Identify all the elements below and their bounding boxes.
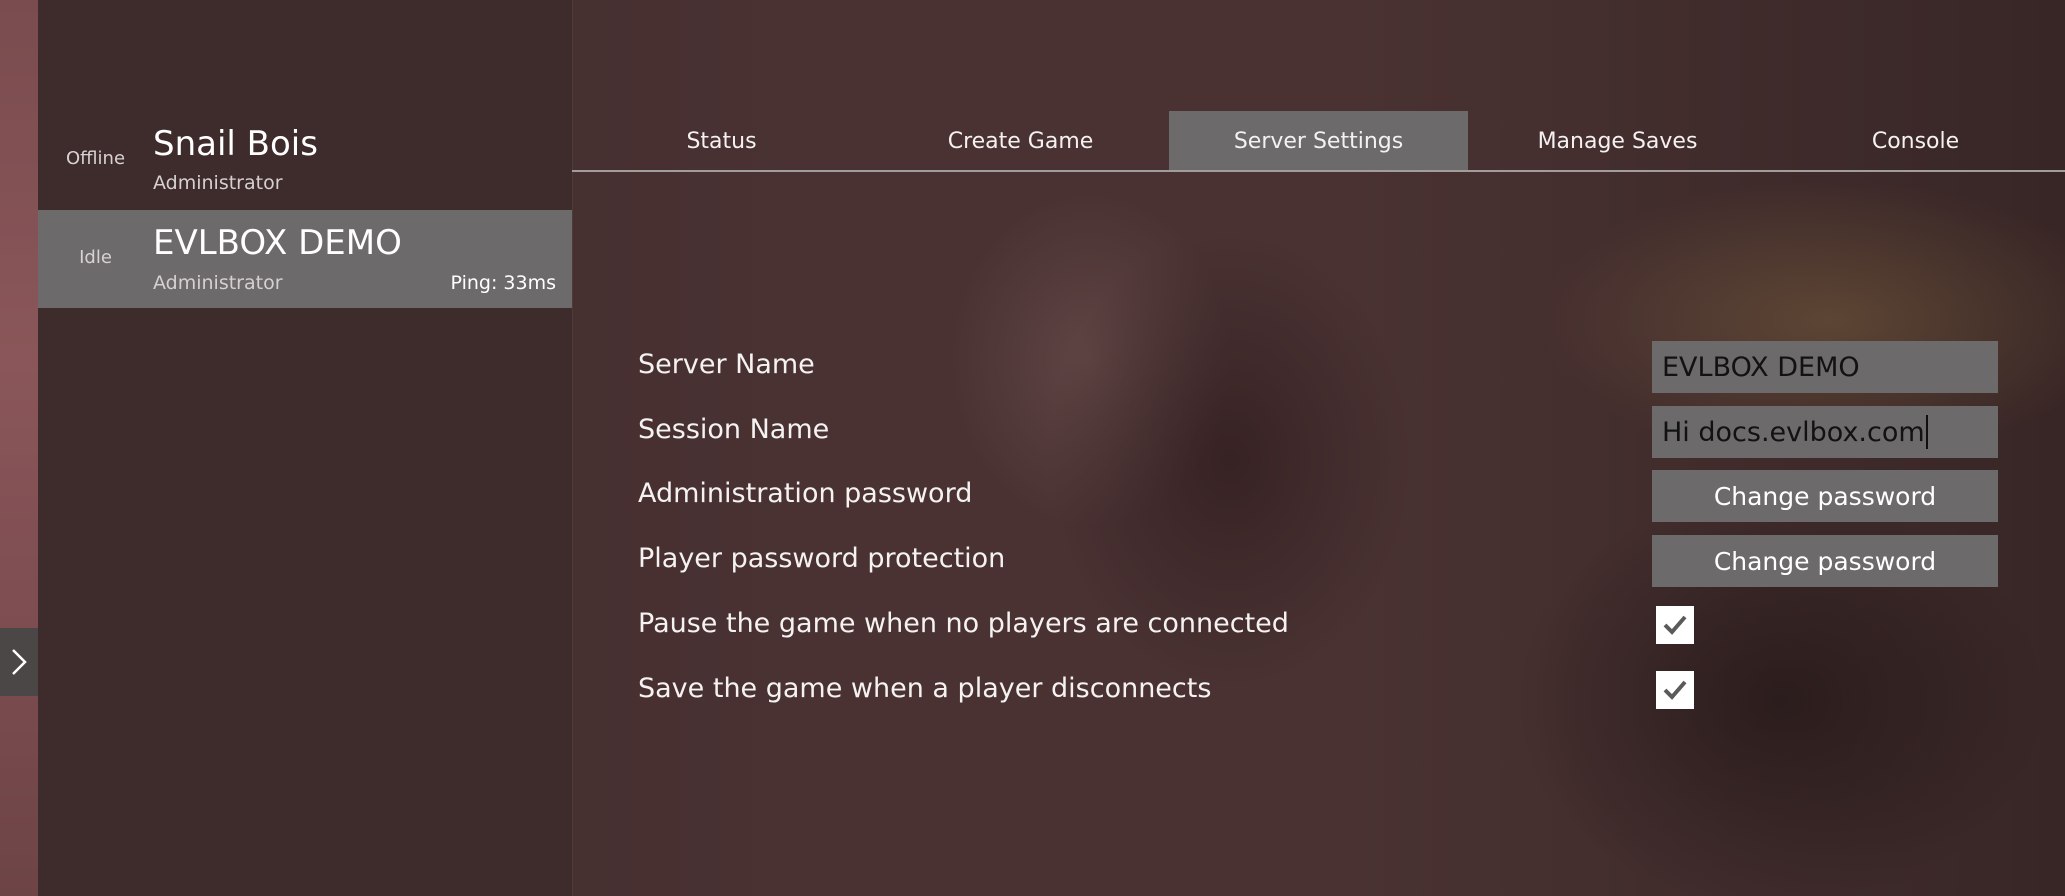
server-status: Idle	[79, 247, 112, 268]
pause-when-empty-checkbox[interactable]	[1656, 606, 1694, 644]
server-status: Offline	[65, 148, 126, 169]
save-on-disconnect-label: Save the game when a player disconnects	[638, 673, 1212, 704]
server-name-label: Server Name	[638, 349, 815, 380]
tab-create-game[interactable]: Create Game	[871, 111, 1170, 171]
left-edge-strip	[0, 0, 38, 896]
session-name-label: Session Name	[638, 414, 830, 445]
session-name-value: Hi docs.evlbox.com	[1662, 416, 1925, 448]
change-admin-password-button[interactable]: Change password	[1652, 470, 1998, 522]
tab-status[interactable]: Status	[572, 111, 871, 171]
tab-bar: Status Create Game Server Settings Manag…	[572, 111, 2065, 171]
server-name-input[interactable]: EVLBOX DEMO	[1652, 341, 1998, 393]
server-ping: Ping: 33ms	[450, 272, 556, 294]
tab-console[interactable]: Console	[1766, 111, 2065, 171]
player-password-label: Player password protection	[638, 543, 1006, 574]
server-name: Snail Bois	[153, 124, 318, 164]
server-role: Administrator	[153, 272, 283, 294]
checkmark-icon	[1663, 615, 1687, 635]
server-name-value: EVLBOX DEMO	[1662, 351, 1860, 383]
chevron-right-icon	[12, 649, 27, 675]
server-item-evlbox-demo[interactable]: Idle EVLBOX DEMO Administrator Ping: 33m…	[38, 210, 572, 308]
tab-underline	[572, 170, 2065, 172]
admin-password-label: Administration password	[638, 478, 973, 509]
tab-manage-saves[interactable]: Manage Saves	[1468, 111, 1767, 171]
checkmark-icon	[1663, 680, 1687, 700]
server-role: Administrator	[153, 172, 283, 194]
session-name-input[interactable]: Hi docs.evlbox.com	[1652, 406, 1998, 458]
tab-server-settings[interactable]: Server Settings	[1169, 111, 1468, 171]
text-caret	[1925, 415, 1928, 449]
server-list-panel: Offline Snail Bois Administrator Idle EV…	[38, 0, 573, 896]
server-name: EVLBOX DEMO	[153, 223, 402, 263]
save-on-disconnect-checkbox[interactable]	[1656, 671, 1694, 709]
expand-sidebar-button[interactable]	[0, 628, 38, 696]
pause-when-empty-label: Pause the game when no players are conne…	[638, 608, 1289, 639]
server-item-snail-bois[interactable]: Offline Snail Bois Administrator	[38, 99, 572, 197]
change-player-password-button[interactable]: Change password	[1652, 535, 1998, 587]
